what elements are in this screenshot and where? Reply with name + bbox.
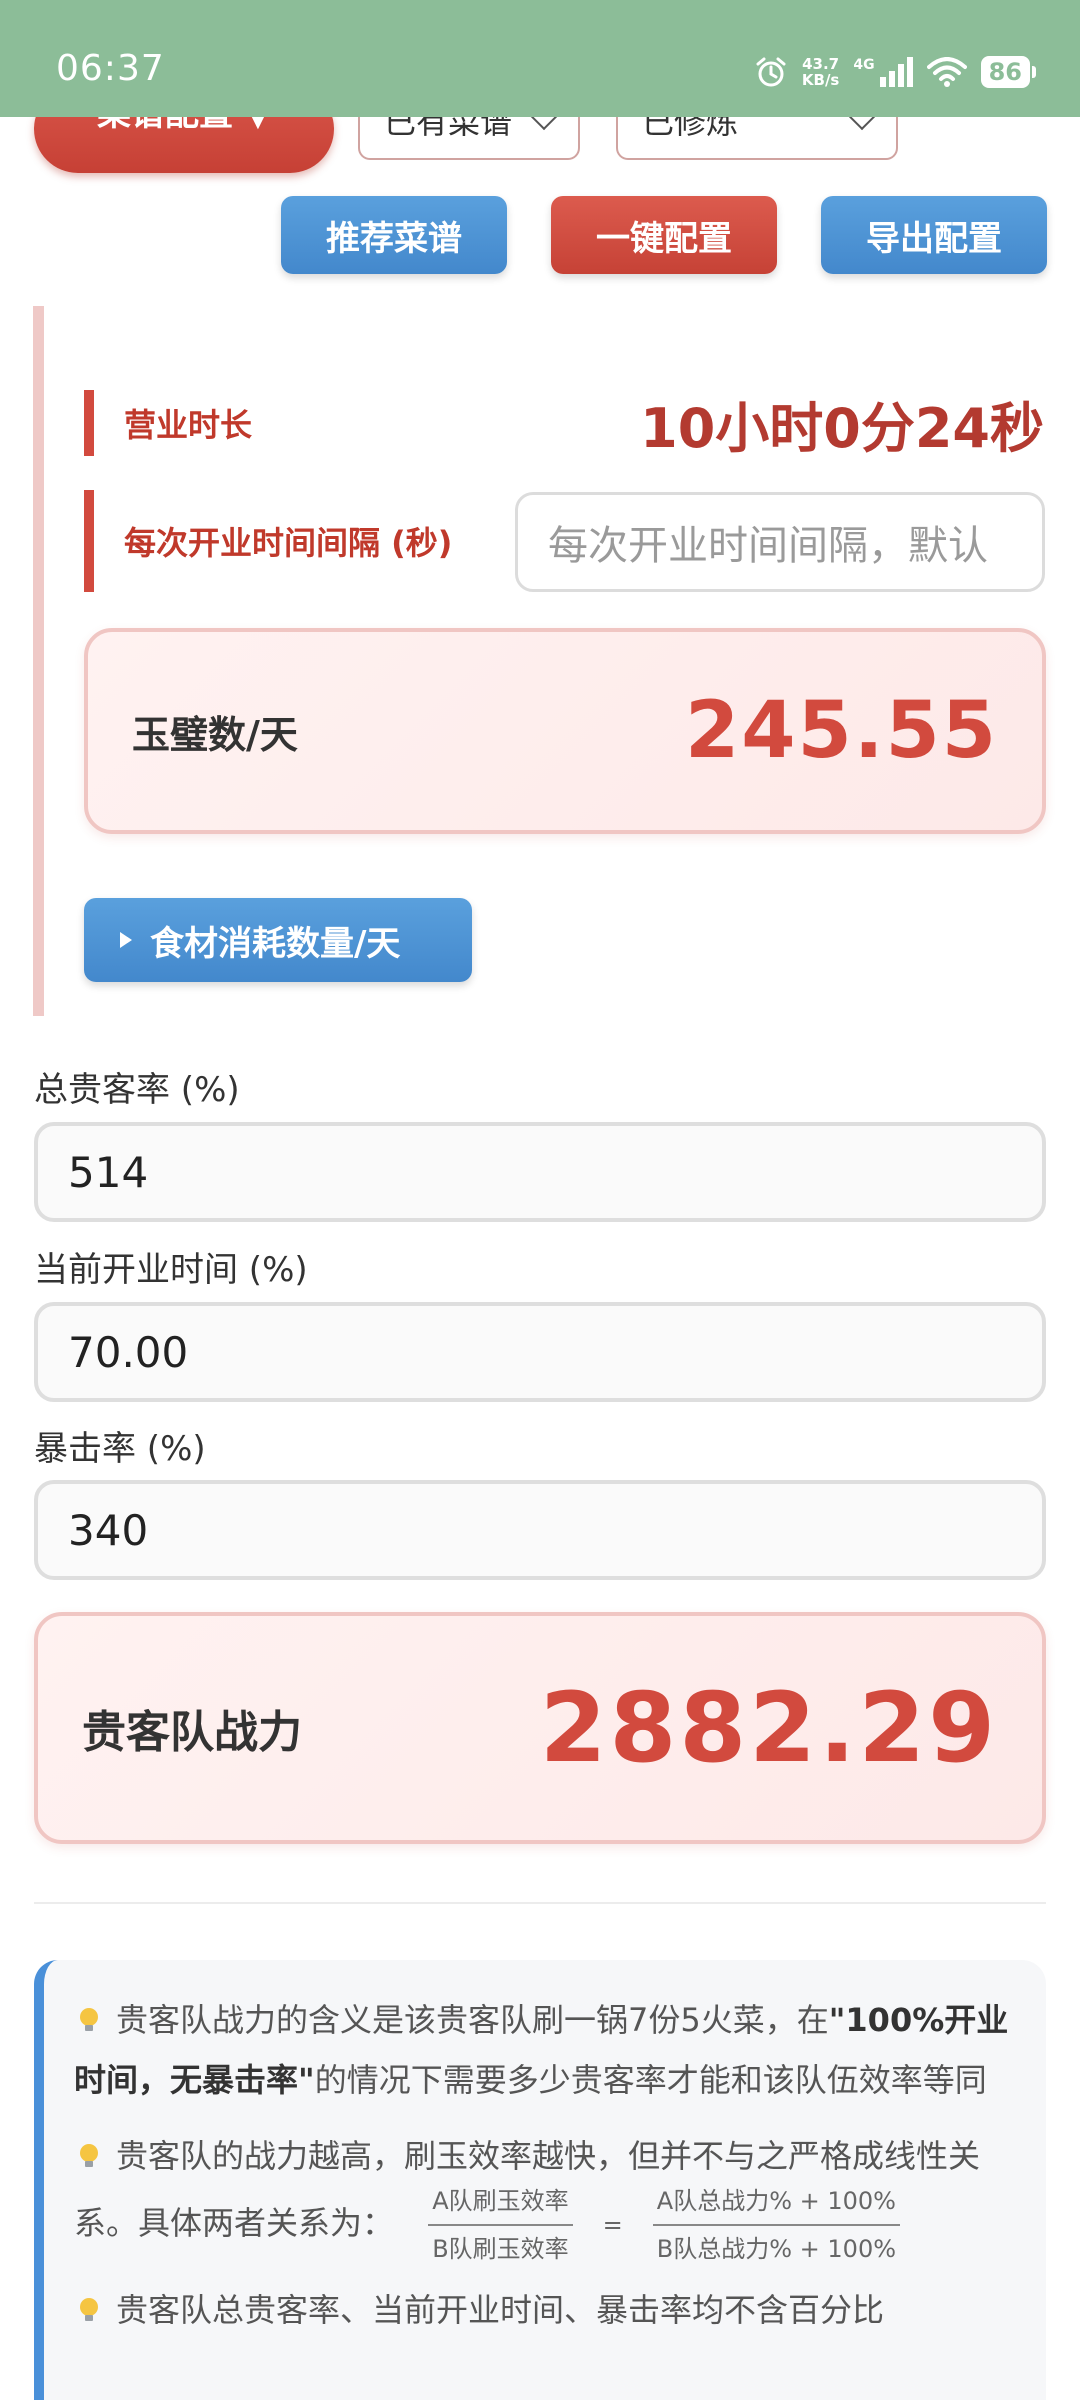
current-open-time-label: 当前开业时间 (%) [34, 1250, 308, 1290]
crit-rate-label: 暴击率 (%) [34, 1429, 206, 1469]
business-hours-label: 营业时长 [84, 390, 252, 456]
alarm-icon [754, 55, 788, 89]
wifi-icon [926, 57, 967, 87]
lightbulb-icon [80, 2298, 98, 2321]
battery-icon: 86 [980, 56, 1037, 88]
net-speed: 43.7 KB/s [801, 55, 840, 89]
info-box: 贵客队战力的含义是该贵客队刷一锅7份5火菜，在"100%开业时间，无暴击率"的情… [34, 1960, 1046, 2400]
total-guest-rate-label: 总贵客率 (%) [34, 1070, 240, 1110]
status-time: 06:37 [56, 48, 165, 89]
jade-per-day-value: 245.55 [685, 686, 998, 776]
info-paragraph-2: 贵客队的战力越高，刷玉效率越快，但并不与之严格成线性关系。具体两者关系为： A队… [74, 2137, 981, 2264]
total-guest-rate-input[interactable]: 514 [34, 1122, 1046, 1222]
business-hours-value: 10小时0分24秒 [640, 396, 1044, 460]
export-config-button[interactable]: 导出配置 [821, 196, 1047, 274]
section-divider [34, 1902, 1046, 1904]
status-icons: 43.7 KB/s 4G 86 [754, 50, 1037, 94]
formula-equals: = [602, 2211, 623, 2239]
formula-left-fraction: A队刷玉效率 B队刷玉效率 [428, 2186, 573, 2264]
jade-per-day-card: 玉璧数/天 245.55 [84, 628, 1046, 834]
formula-right-fraction: A队总战力% + 100% B队总战力% + 100% [652, 2186, 900, 2264]
ingredient-consumption-label: 食材消耗数量/天 [150, 923, 401, 964]
panel-accent-bar [33, 306, 44, 1016]
jade-per-day-label: 玉璧数/天 [132, 712, 298, 757]
ingredient-consumption-toggle[interactable]: 食材消耗数量/天 [84, 898, 472, 982]
efficiency-formula: A队刷玉效率 B队刷玉效率 = A队总战力% + 100% B队总战力% + 1… [428, 2186, 900, 2264]
lightbulb-icon [80, 2144, 98, 2167]
guest-team-power-card: 贵客队战力 2882.29 [34, 1612, 1046, 1844]
network-type: 4G [853, 57, 875, 73]
guest-team-power-value: 2882.29 [539, 1672, 998, 1784]
guest-team-power-label: 贵客队战力 [82, 1707, 302, 1758]
info-paragraph-1: 贵客队战力的含义是该贵客队刷一锅7份5火菜，在"100%开业时间，无暴击率"的情… [74, 2001, 1009, 2099]
status-bar: 06:37 43.7 KB/s 4G 86 [0, 0, 1080, 117]
open-interval-label: 每次开业时间间隔 (秒) [84, 490, 452, 592]
recommend-recipes-button[interactable]: 推荐菜谱 [281, 196, 507, 274]
expand-arrow-icon [120, 932, 132, 948]
open-interval-input[interactable]: 每次开业时间间隔，默认 [515, 492, 1045, 592]
lightbulb-icon [80, 2008, 98, 2031]
signal-icon [879, 57, 913, 87]
crit-rate-input[interactable]: 340 [34, 1480, 1046, 1580]
current-open-time-input[interactable]: 70.00 [34, 1302, 1046, 1402]
info-paragraph-3: 贵客队总贵客率、当前开业时间、暴击率均不含百分比 [74, 2280, 1016, 2340]
one-key-config-button[interactable]: 一键配置 [551, 196, 777, 274]
